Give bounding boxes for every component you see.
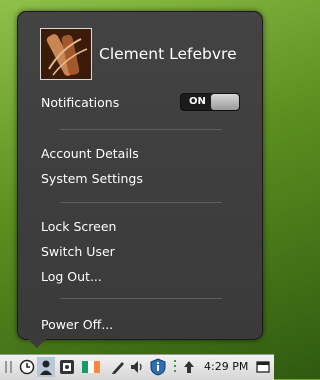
toggle-knob[interactable] <box>211 94 239 110</box>
menu-item-switch-user[interactable]: Switch User <box>41 244 115 259</box>
volume-icon[interactable] <box>129 359 145 375</box>
shield-info-icon[interactable] <box>149 358 167 376</box>
separator <box>60 298 222 299</box>
contacts-icon[interactable] <box>59 359 75 375</box>
separator-dots-icon <box>174 360 176 372</box>
notifications-label: Notifications <box>41 95 120 110</box>
toggle-state-text: ON <box>189 96 206 107</box>
update-arrow-icon[interactable] <box>182 359 196 375</box>
taskbar-clock[interactable]: 4:29 PM <box>204 360 248 373</box>
menu-item-log-out[interactable]: Log Out... <box>41 269 102 284</box>
menu-item-power-off[interactable]: Power Off... <box>41 317 113 332</box>
ireland-flag-icon[interactable] <box>82 361 100 377</box>
separator <box>60 202 222 203</box>
user-name: Clement Lefebvre <box>99 45 237 63</box>
menu-item-system-settings[interactable]: System Settings <box>41 171 143 186</box>
window-icon[interactable] <box>256 359 272 375</box>
notifications-toggle[interactable]: ON <box>180 93 240 111</box>
avatar <box>40 28 92 80</box>
user-icon[interactable] <box>37 357 55 377</box>
tray-handle-icon <box>5 361 12 373</box>
clock-icon[interactable] <box>19 359 35 375</box>
user-menu-popup: Clement Lefebvre Notifications ON Accoun… <box>17 11 263 348</box>
separator <box>60 129 222 130</box>
menu-item-lock-screen[interactable]: Lock Screen <box>41 219 116 234</box>
pen-icon[interactable] <box>110 359 126 375</box>
menu-item-account-details[interactable]: Account Details <box>41 146 139 161</box>
taskbar: 4:29 PM <box>0 354 274 380</box>
